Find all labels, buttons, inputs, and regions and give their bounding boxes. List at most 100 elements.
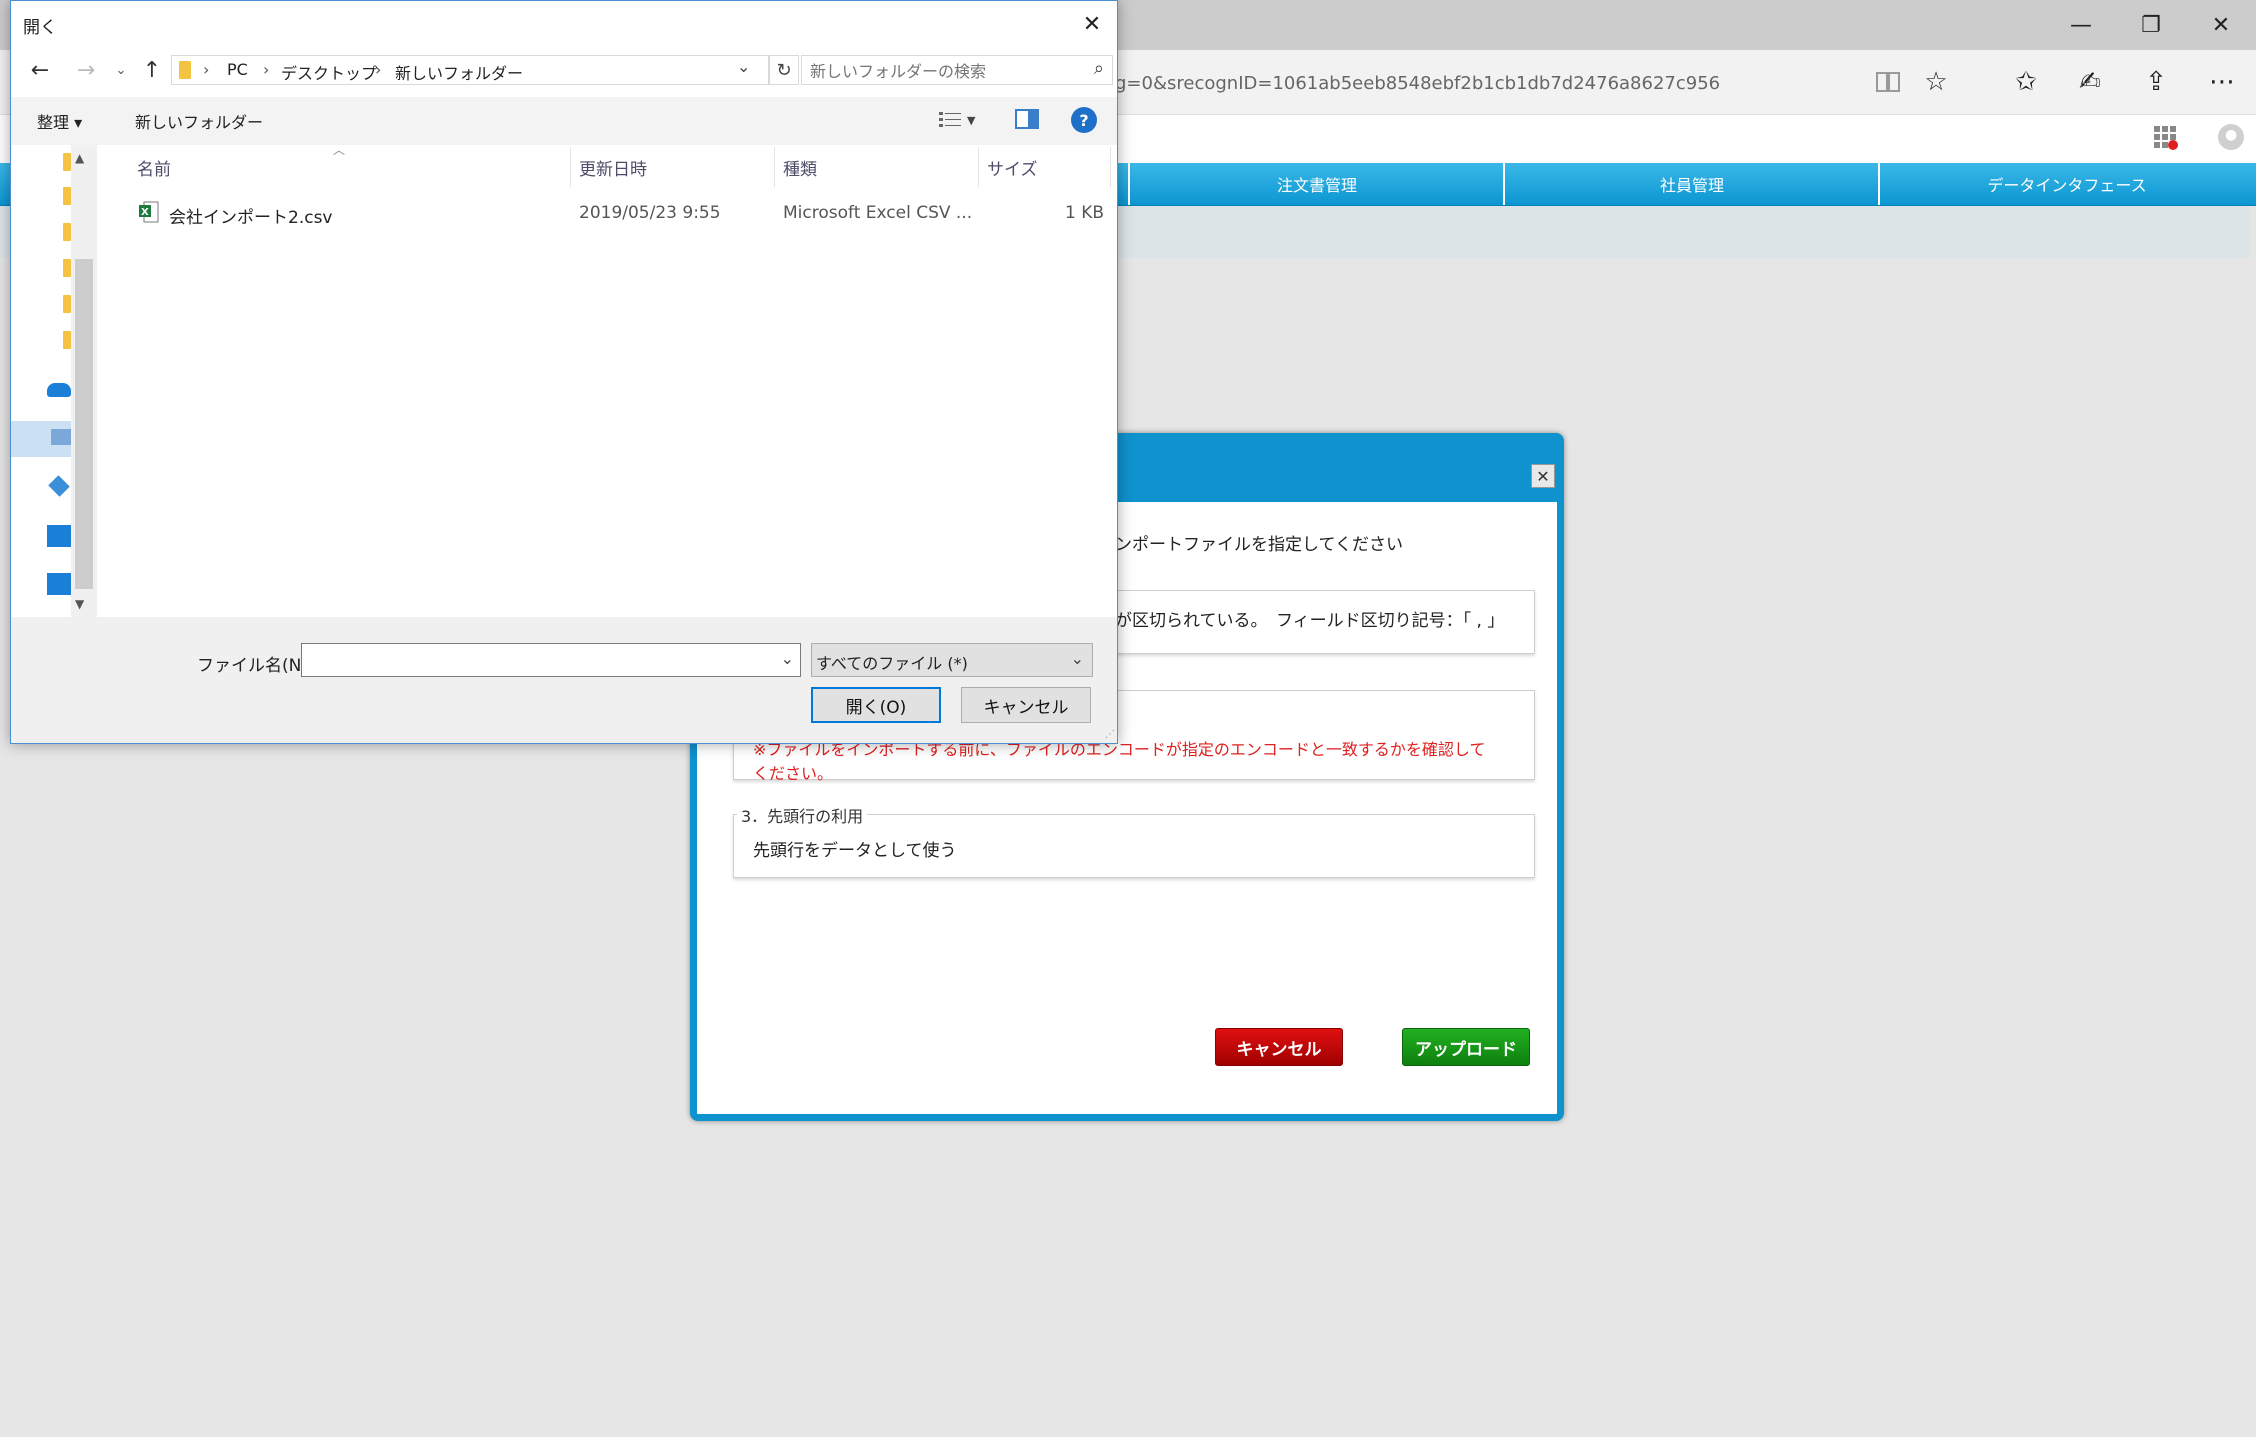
close-icon: ✕ xyxy=(2211,12,2231,38)
onedrive-icon xyxy=(47,383,71,397)
nav-tab-order-management[interactable]: 注文書管理 xyxy=(1128,163,1504,205)
resize-grip-icon[interactable]: ⋰ xyxy=(1105,729,1115,740)
restore-button[interactable]: ❐ xyxy=(2118,0,2184,50)
upload-button[interactable]: アップロード xyxy=(1402,1028,1530,1066)
back-button[interactable]: ← xyxy=(25,55,55,85)
nav-tab-label: 注文書管理 xyxy=(1276,176,1357,195)
view-options-button[interactable]: ▼ xyxy=(939,107,985,133)
column-header-name[interactable]: 名前 xyxy=(129,147,571,187)
forward-button[interactable]: → xyxy=(71,55,101,85)
column-header-type[interactable]: 種類 xyxy=(775,147,979,187)
column-label: 名前 xyxy=(137,159,171,180)
import-instruction: ンポートファイルを指定してください xyxy=(1115,535,1403,555)
preview-pane-button[interactable] xyxy=(1015,109,1039,131)
nav-tab-label: データインタフェース xyxy=(1987,176,2147,195)
header-row-option[interactable]: 先頭行をデータとして使う xyxy=(753,836,957,861)
file-type: Microsoft Excel CSV ... xyxy=(783,203,973,223)
filename-input[interactable] xyxy=(306,648,770,674)
minimize-button[interactable]: — xyxy=(2048,0,2114,50)
folder-icon xyxy=(63,187,71,205)
close-icon: ✕ xyxy=(1536,466,1550,486)
book-icon xyxy=(1876,72,1900,92)
url-field[interactable]: g=0&srecognID=1061ab5eeb8548ebf2b1cb1db7… xyxy=(1115,73,1720,94)
minimize-icon: — xyxy=(2070,12,2092,38)
pc-icon xyxy=(51,429,71,445)
details-view-icon xyxy=(939,112,961,127)
dialog-title: 開く xyxy=(23,18,57,38)
organize-menu-button[interactable]: 整理 ▾ xyxy=(37,109,82,133)
more-button[interactable]: ⋯ xyxy=(2202,62,2242,102)
excel-csv-icon: X xyxy=(139,201,159,223)
chevron-down-icon[interactable]: ⌄ xyxy=(781,649,794,668)
header-row-legend: 3．先頭行の利用 xyxy=(737,803,868,827)
preview-pane-icon xyxy=(1015,109,1039,129)
column-header-modified[interactable]: 更新日時 xyxy=(571,147,775,187)
up-button[interactable]: ↑ xyxy=(137,55,167,85)
scroll-down-icon[interactable]: ▼ xyxy=(75,597,84,611)
arrow-up-icon: ↑ xyxy=(142,57,162,83)
help-button[interactable]: ? xyxy=(1071,107,1097,133)
breadcrumb-pc[interactable]: PC xyxy=(227,60,248,79)
favorites-button[interactable]: ✩ xyxy=(2006,62,2046,102)
recent-locations-button[interactable]: ⌄ xyxy=(111,57,131,83)
folder-icon xyxy=(63,295,71,313)
search-box[interactable]: ⌕ xyxy=(801,55,1113,85)
file-open-dialog: 開く ✕ ← → ⌄ ↑ › PC › デスクトップ › 新しいフォルダー ⌄ … xyxy=(10,0,1118,744)
nav-tab-data-interface[interactable]: データインタフェース xyxy=(1878,163,2254,205)
svg-text:X: X xyxy=(141,207,149,218)
chevron-down-icon: ⌄ xyxy=(737,57,751,76)
open-button[interactable]: 開く(O) xyxy=(811,687,941,723)
more-icon: ⋯ xyxy=(2209,67,2235,97)
breadcrumb-desktop[interactable]: デスクトップ xyxy=(281,60,377,84)
search-input[interactable] xyxy=(808,59,1072,83)
user-icon: ● xyxy=(2225,127,2238,143)
refresh-button[interactable]: ↻ xyxy=(769,55,799,85)
chevron-down-icon: ⌄ xyxy=(115,62,127,78)
nav-tab-employee-management[interactable]: 社員管理 xyxy=(1503,163,1879,205)
file-name: 会社インポート2.csv xyxy=(169,208,333,228)
chevron-down-icon: ⌄ xyxy=(1070,649,1084,668)
pen-icon: ✍ xyxy=(2079,67,2101,97)
breadcrumb-sep-icon: › xyxy=(375,60,382,79)
chevron-down-icon: ▼ xyxy=(967,113,976,127)
modal-cancel-button[interactable]: キャンセル xyxy=(1215,1028,1343,1066)
column-header-size[interactable]: サイズ xyxy=(979,147,1111,187)
refresh-icon: ↻ xyxy=(776,59,792,81)
pictures-icon xyxy=(47,573,71,595)
user-avatar[interactable]: ● xyxy=(2218,124,2244,150)
folder-icon xyxy=(179,61,191,79)
filetype-select[interactable]: すべてのファイル (*) ⌄ xyxy=(811,643,1093,677)
folder-icon xyxy=(63,153,71,171)
file-size: 1 KB xyxy=(1065,203,1105,223)
close-window-button[interactable]: ✕ xyxy=(2188,0,2254,50)
nav-tab-label: 社員管理 xyxy=(1659,176,1724,195)
file-row[interactable]: X 会社インポート2.csv 2019/05/23 9:55 Microsoft… xyxy=(129,195,1111,231)
modal-close-button[interactable]: ✕ xyxy=(1531,464,1555,488)
folder-icon xyxy=(63,259,71,277)
favorites-list-icon: ✩ xyxy=(2015,67,2037,97)
dialog-bottom-panel xyxy=(11,617,1117,743)
grid-icon xyxy=(2154,126,2178,150)
breadcrumb-dropdown-button[interactable]: ⌄ xyxy=(737,57,750,76)
apps-grid-button[interactable] xyxy=(2152,124,2180,152)
scroll-up-icon[interactable]: ▲ xyxy=(75,151,84,165)
photos-icon xyxy=(47,525,71,547)
reading-view-button[interactable] xyxy=(1868,62,1908,102)
new-folder-button[interactable]: 新しいフォルダー xyxy=(135,109,263,133)
breadcrumb-current-folder[interactable]: 新しいフォルダー xyxy=(395,60,523,84)
dialog-close-button[interactable]: ✕ xyxy=(1075,7,1109,41)
dialog-cancel-button[interactable]: キャンセル xyxy=(961,687,1091,723)
search-icon: ⌕ xyxy=(1093,58,1104,79)
close-icon: ✕ xyxy=(1082,11,1102,37)
delimiter-text: が区切られている。 フィールド区切り記号：「 , 」 xyxy=(1115,611,1505,631)
filetype-value: すべてのファイル (*) xyxy=(816,654,968,673)
notes-button[interactable]: ✍ xyxy=(2070,62,2110,102)
arrow-right-icon: → xyxy=(76,57,96,83)
column-label: サイズ xyxy=(987,159,1038,180)
restore-icon: ❐ xyxy=(2141,12,2161,38)
nav-pane-scroll-thumb[interactable] xyxy=(75,259,93,589)
filename-combobox[interactable]: ⌄ xyxy=(301,643,801,677)
share-icon: ⇪ xyxy=(2145,67,2167,97)
share-button[interactable]: ⇪ xyxy=(2136,62,2176,102)
favorite-star-button[interactable]: ☆ xyxy=(1916,62,1956,102)
